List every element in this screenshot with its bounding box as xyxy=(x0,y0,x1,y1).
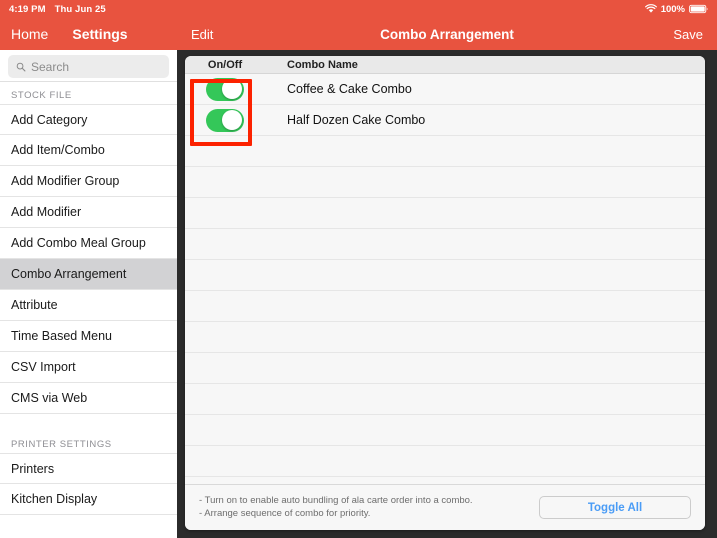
sidebar-item-label: Add Modifier xyxy=(11,205,82,219)
sidebar-item-label: Time Based Menu xyxy=(11,329,112,343)
table-header-row: On/Off Combo Name xyxy=(185,56,705,74)
sidebar-section-header-stock-file: STOCK FILE xyxy=(0,82,177,104)
empty-row xyxy=(185,198,705,229)
row-toggle-cell xyxy=(185,77,265,101)
column-header-combo-name: Combo Name xyxy=(287,58,358,71)
empty-row xyxy=(185,229,705,260)
empty-row xyxy=(185,353,705,384)
sidebar-item-add-modifier-group[interactable]: Add Modifier Group xyxy=(0,166,177,197)
row-toggle-cell xyxy=(185,108,265,132)
content-status-bar: 100% xyxy=(177,0,717,18)
sidebar-item-add-category[interactable]: Add Category xyxy=(0,104,177,135)
empty-row xyxy=(185,384,705,415)
wifi-icon xyxy=(644,4,657,13)
sidebar-item-label: Add Item/Combo xyxy=(11,143,105,157)
empty-row xyxy=(185,322,705,353)
combo-list[interactable]: Coffee & Cake Combo Half Dozen Cake Comb… xyxy=(185,74,705,484)
sidebar-item-combo-arrangement[interactable]: Combo Arrangement xyxy=(0,259,177,290)
empty-row xyxy=(185,260,705,291)
search-placeholder: Search xyxy=(31,59,70,74)
table-row[interactable]: Coffee & Cake Combo xyxy=(185,74,705,105)
settings-sidebar: 4:19 PM Thu Jun 25 Home Settings Search … xyxy=(0,0,177,538)
footer-note-2: - Arrange sequence of combo for priority… xyxy=(199,507,371,519)
sidebar-item-attribute[interactable]: Attribute xyxy=(0,290,177,321)
home-button[interactable]: Home xyxy=(11,26,48,42)
sidebar-status-bar: 4:19 PM Thu Jun 25 xyxy=(0,0,177,18)
sidebar-item-label: CSV Import xyxy=(11,360,76,374)
combo-toggle-switch[interactable] xyxy=(206,77,244,101)
sidebar-item-add-modifier[interactable]: Add Modifier xyxy=(0,197,177,228)
sidebar-navbar: Home Settings xyxy=(0,18,177,50)
sidebar-scroll-area[interactable]: STOCK FILE Add Category Add Item/Combo A… xyxy=(0,82,177,538)
sidebar-item-add-combo-meal-group[interactable]: Add Combo Meal Group xyxy=(0,228,177,259)
battery-percent: 100% xyxy=(660,3,685,15)
settings-title: Settings xyxy=(72,26,128,42)
card-footer: - Turn on to enable auto bundling of ala… xyxy=(185,484,705,530)
combo-toggle-switch[interactable] xyxy=(206,108,244,132)
sidebar-item-add-item-combo[interactable]: Add Item/Combo xyxy=(0,135,177,166)
sidebar-item-label: Add Category xyxy=(11,112,88,127)
table-row[interactable]: Half Dozen Cake Combo xyxy=(185,105,705,136)
search-container: Search xyxy=(0,50,177,82)
sidebar-item-label: Add Combo Meal Group xyxy=(11,236,146,250)
combo-name-label: Coffee & Cake Combo xyxy=(287,82,412,96)
save-button[interactable]: Save xyxy=(673,27,703,42)
sidebar-section-spacer xyxy=(0,414,177,431)
status-time: 4:19 PM xyxy=(9,3,46,15)
toggle-all-button[interactable]: Toggle All xyxy=(539,496,691,519)
sidebar-item-label: Combo Arrangement xyxy=(11,267,127,281)
sidebar-item-csv-import[interactable]: CSV Import xyxy=(0,352,177,383)
sidebar-item-time-based-menu[interactable]: Time Based Menu xyxy=(0,321,177,352)
main-content: 100% Edit Combo Arrangement Save On/Off … xyxy=(177,0,717,538)
column-header-onoff: On/Off xyxy=(207,58,243,71)
sidebar-item-kitchen-display[interactable]: Kitchen Display xyxy=(0,484,177,515)
page-title: Combo Arrangement xyxy=(380,26,514,42)
sidebar-item-cms-via-web[interactable]: CMS via Web xyxy=(0,383,177,414)
edit-button[interactable]: Edit xyxy=(191,27,213,42)
sidebar-item-label: Printers xyxy=(11,461,55,476)
search-input[interactable]: Search xyxy=(8,55,169,78)
content-body: On/Off Combo Name Coffee & Cake Combo Ha… xyxy=(177,50,717,538)
empty-row xyxy=(185,136,705,167)
sidebar-item-label: CMS via Web xyxy=(11,391,88,405)
combo-arrangement-card: On/Off Combo Name Coffee & Cake Combo Ha… xyxy=(185,56,705,530)
toggle-knob xyxy=(222,79,242,99)
footer-notes: - Turn on to enable auto bundling of ala… xyxy=(199,494,473,520)
sidebar-item-blank xyxy=(0,515,177,538)
sidebar-section-header-printer-settings: PRINTER SETTINGS xyxy=(0,431,177,453)
empty-row xyxy=(185,167,705,198)
empty-row xyxy=(185,291,705,322)
toggle-knob xyxy=(222,110,242,130)
footer-note-1: - Turn on to enable auto bundling of ala… xyxy=(199,494,473,506)
content-navbar: Edit Combo Arrangement Save xyxy=(177,18,717,50)
empty-row xyxy=(185,446,705,477)
combo-name-label: Half Dozen Cake Combo xyxy=(287,113,426,127)
status-date: Thu Jun 25 xyxy=(54,3,106,15)
sidebar-item-label: Kitchen Display xyxy=(11,492,98,506)
sidebar-item-label: Add Modifier Group xyxy=(11,174,120,188)
search-icon xyxy=(16,62,26,71)
sidebar-item-label: Attribute xyxy=(11,298,58,312)
empty-row xyxy=(185,415,705,446)
sidebar-item-printers[interactable]: Printers xyxy=(0,453,177,484)
app-root: 4:19 PM Thu Jun 25 Home Settings Search … xyxy=(0,0,717,538)
battery-full-icon xyxy=(689,4,708,14)
